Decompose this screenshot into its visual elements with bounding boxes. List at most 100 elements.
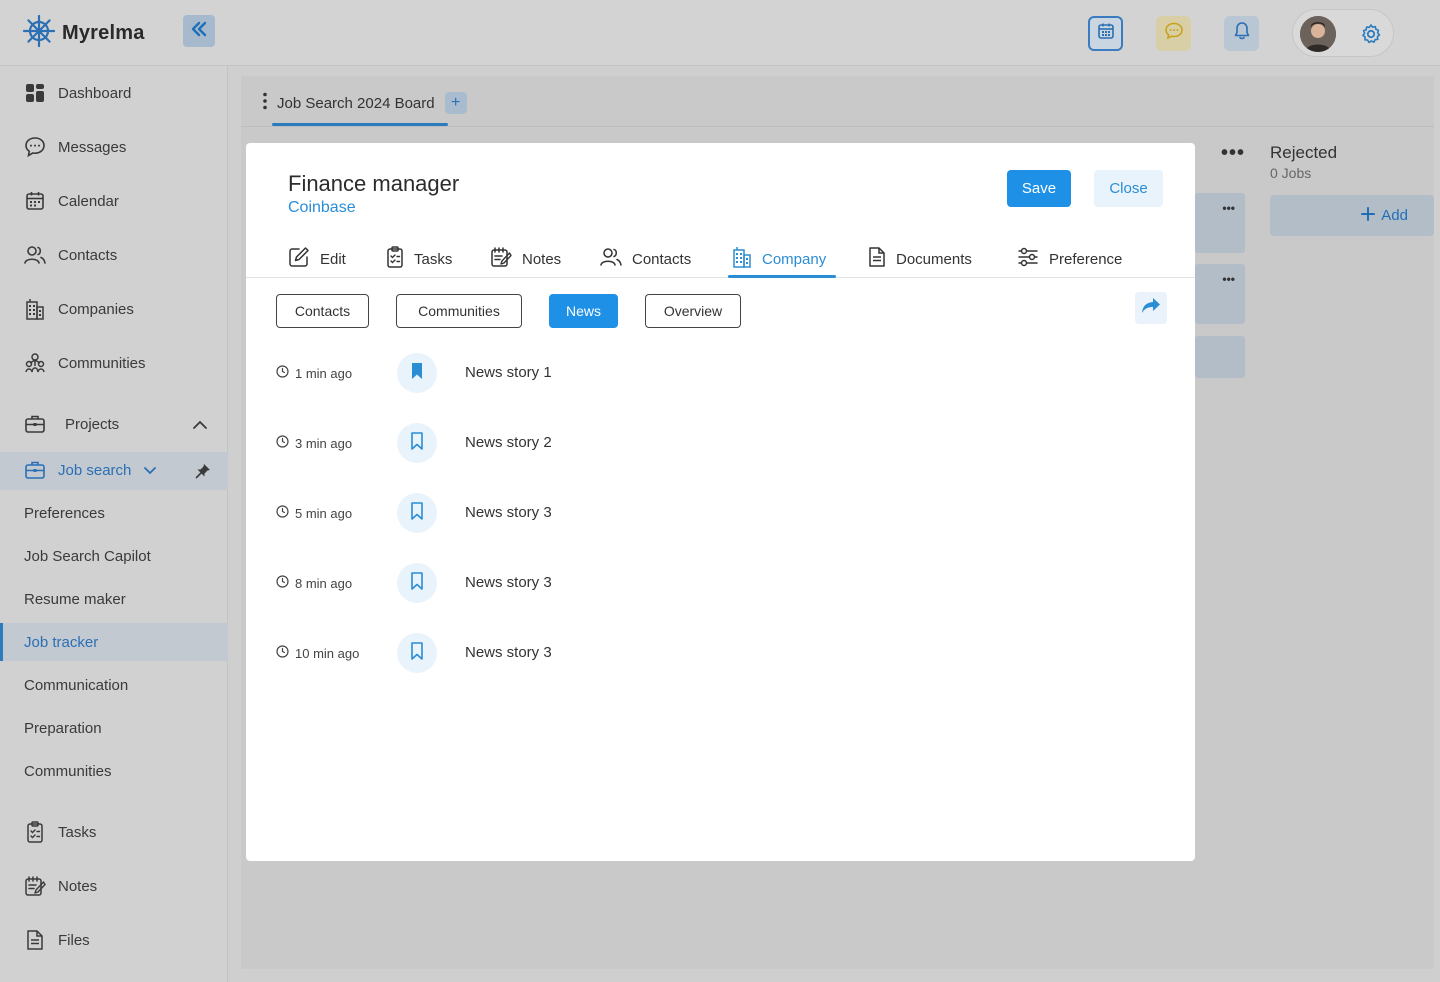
sidebar-item-label: Dashboard <box>58 84 132 102</box>
sidebar-item-notes[interactable]: Notes <box>24 875 97 897</box>
bookmark-button[interactable] <box>397 633 437 673</box>
news-item[interactable]: 3 min ago News story 2 <box>276 423 876 463</box>
news-item[interactable]: 1 min ago News story 1 <box>276 353 876 393</box>
pin-icon[interactable] <box>195 463 211 484</box>
sidebar-item-label: Tasks <box>58 823 97 841</box>
sidebar-item-projects[interactable]: Projects <box>24 413 119 435</box>
kebab-icon[interactable] <box>263 92 267 114</box>
news-title[interactable]: News story 3 <box>465 574 552 591</box>
add-job-button[interactable]: Add <box>1270 195 1434 236</box>
clock-icon <box>276 435 289 451</box>
news-title[interactable]: News story 3 <box>465 504 552 521</box>
tab-company[interactable]: Company <box>732 241 826 277</box>
news-title[interactable]: News story 3 <box>465 644 552 661</box>
sidebar-item-tasks[interactable]: Tasks <box>24 821 96 843</box>
bookmark-button[interactable] <box>397 563 437 603</box>
tab-documents[interactable]: Documents <box>868 241 972 277</box>
sidebar-item-calendar[interactable]: Calendar <box>24 190 119 212</box>
card-more-icon[interactable]: ••• <box>1222 201 1235 215</box>
collapse-sidebar-button[interactable] <box>183 15 215 47</box>
news-time: 5 min ago <box>276 505 352 521</box>
sidebar-subitem-preferences[interactable]: Preferences <box>24 505 105 522</box>
column-count: 0 Jobs <box>1270 165 1312 181</box>
news-time: 8 min ago <box>276 575 352 591</box>
bookmark-button[interactable] <box>397 353 437 393</box>
tab-preference[interactable]: Preference <box>1017 241 1122 277</box>
app-logo[interactable]: Myrelma <box>22 14 145 53</box>
tab-label: Documents <box>896 250 972 268</box>
add-job-card[interactable] <box>1195 336 1245 378</box>
sidebar-subitem-job-tracker[interactable]: Job tracker <box>24 634 98 651</box>
double-chevron-left-icon <box>190 20 208 43</box>
profile-menu[interactable] <box>1292 9 1394 57</box>
notifications-button[interactable] <box>1224 16 1259 51</box>
card-more-icon[interactable]: ••• <box>1222 272 1235 286</box>
job-detail-modal: Finance manager Coinbase Save Close Edit… <box>246 143 1195 861</box>
sidebar-subitem-communication[interactable]: Communication <box>24 677 128 694</box>
chip-contacts[interactable]: Contacts <box>276 294 369 328</box>
job-card[interactable]: ••• <box>1195 264 1245 324</box>
sidebar-item-files[interactable]: Files <box>24 929 90 951</box>
tab-contacts[interactable]: Contacts <box>600 241 691 277</box>
sidebar-subitem-communities[interactable]: Communities <box>24 763 112 780</box>
tasks-icon <box>24 821 46 843</box>
bookmark-button[interactable] <box>397 423 437 463</box>
chip-overview[interactable]: Overview <box>645 294 741 328</box>
chip-communities[interactable]: Communities <box>396 294 522 328</box>
community-icon <box>24 352 46 374</box>
top-bar: Myrelma <box>0 0 1440 66</box>
modal-tabs: Edit Tasks Notes Contacts Company Docume… <box>246 241 1195 278</box>
messages-button[interactable] <box>1156 16 1191 51</box>
bookmark-button[interactable] <box>397 493 437 533</box>
sliders-icon <box>1017 246 1039 272</box>
news-item[interactable]: 5 min ago News story 3 <box>276 493 876 533</box>
company-link[interactable]: Coinbase <box>288 199 356 217</box>
board-tab[interactable]: Job Search 2024 Board + <box>263 92 467 114</box>
sidebar-item-label: Job search <box>58 461 132 479</box>
tab-edit[interactable]: Edit <box>288 241 346 277</box>
chevron-down-icon[interactable] <box>143 462 157 479</box>
plus-icon <box>1361 206 1376 225</box>
sidebar-item-companies[interactable]: Companies <box>24 298 134 320</box>
board-tab-label: Job Search 2024 Board <box>277 94 435 112</box>
job-card[interactable]: ••• <box>1195 193 1245 253</box>
share-button[interactable] <box>1135 292 1167 324</box>
sidebar-item-messages[interactable]: Messages <box>24 136 126 158</box>
ship-wheel-icon <box>22 14 56 53</box>
sidebar-item-label: Notes <box>58 877 98 895</box>
sidebar-subitem-resume-maker[interactable]: Resume maker <box>24 591 126 608</box>
sidebar-subitem-job-search-capilot[interactable]: Job Search Capilot <box>24 548 151 565</box>
contacts-icon <box>24 244 46 266</box>
sidebar-item-label: Communities <box>58 354 146 372</box>
column-more-icon[interactable]: ••• <box>1221 142 1245 165</box>
tab-label: Notes <box>522 250 562 268</box>
chip-news[interactable]: News <box>549 294 618 328</box>
calendar-button[interactable] <box>1088 16 1123 51</box>
sidebar-subitem-preparation[interactable]: Preparation <box>24 720 102 737</box>
job-search-item[interactable]: Job search <box>24 459 157 481</box>
news-time-label: 3 min ago <box>295 435 353 451</box>
news-title[interactable]: News story 1 <box>465 364 552 381</box>
news-item[interactable]: 10 min ago News story 3 <box>276 633 876 673</box>
sidebar-item-contacts[interactable]: Contacts <box>24 244 117 266</box>
close-button[interactable]: Close <box>1094 170 1163 207</box>
tab-notes[interactable]: Notes <box>490 241 561 277</box>
save-button[interactable]: Save <box>1007 170 1071 207</box>
avatar[interactable] <box>1300 16 1336 52</box>
chevron-up-icon[interactable] <box>192 418 208 436</box>
add-board-tab-button[interactable]: + <box>444 92 467 114</box>
briefcase-icon <box>24 413 46 435</box>
news-item[interactable]: 8 min ago News story 3 <box>276 563 876 603</box>
sidebar-item-dashboard[interactable]: Dashboard <box>24 82 131 104</box>
building-icon <box>24 298 46 320</box>
tab-tasks[interactable]: Tasks <box>386 241 452 277</box>
chat-bubble-icon <box>1164 21 1184 46</box>
tab-label: Preference <box>1049 250 1123 268</box>
settings-gear-icon[interactable] <box>1359 22 1383 51</box>
news-time: 1 min ago <box>276 365 352 381</box>
share-arrow-icon <box>1141 297 1161 320</box>
board-divider <box>241 126 1434 127</box>
news-title[interactable]: News story 2 <box>465 434 552 451</box>
sidebar-item-communities[interactable]: Communities <box>24 352 146 374</box>
notes-icon <box>490 246 512 272</box>
